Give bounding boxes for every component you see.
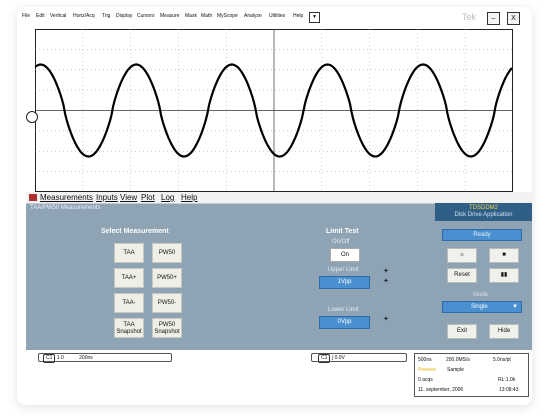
- app-menu-help[interactable]: Help: [181, 193, 197, 202]
- limit-test-onoff-button[interactable]: On: [330, 248, 360, 262]
- menu-mask[interactable]: Mask: [185, 13, 197, 19]
- oscilloscope-window: File Edit Vertical Horiz/Acq Trig Displa…: [17, 7, 532, 405]
- app-menu-measurements[interactable]: Measurements: [40, 193, 93, 202]
- pause-icon: ▮▮: [500, 272, 508, 278]
- trigger-readout[interactable]: C1 ∫ 0.0V: [311, 353, 407, 363]
- pw50-plus-button[interactable]: PW50+: [152, 268, 182, 288]
- menu-dropdown-button[interactable]: ▼: [309, 12, 320, 23]
- app-brand: TDSDDM2 Disk Drive Application: [435, 203, 532, 221]
- status-field: Ready: [442, 229, 522, 241]
- taa-minus-button[interactable]: TAA-: [114, 293, 144, 313]
- channel-scale-value: 1.0: [56, 355, 64, 361]
- run-icon: ☼: [459, 252, 465, 258]
- hide-button[interactable]: Hide: [489, 324, 519, 339]
- taa-plus-button[interactable]: TAA+: [114, 268, 144, 288]
- menu-math[interactable]: Math: [201, 13, 212, 19]
- pw50-snapshot-sublabel: Snapshot: [154, 329, 180, 335]
- acq-date: 11. september, 2006: [418, 387, 464, 393]
- brand-subtitle: Disk Drive Application: [454, 212, 513, 218]
- menu-display[interactable]: Display: [116, 13, 132, 19]
- menu-measure[interactable]: Measure: [160, 13, 179, 19]
- run-button[interactable]: ☼: [447, 248, 477, 263]
- trigger-channel-badge: C1: [318, 354, 331, 363]
- menu-edit[interactable]: Edit: [36, 13, 45, 19]
- pw50-minus-button[interactable]: PW50-: [152, 293, 182, 313]
- app-title: TAA/PW50 Measurements: [30, 205, 101, 211]
- upper-limit-field[interactable]: 1Vpp: [319, 276, 370, 289]
- exit-button[interactable]: Exit: [447, 324, 477, 339]
- trigger-slope-icon: ∫: [331, 355, 334, 361]
- menu-help[interactable]: Help: [293, 13, 303, 19]
- stop-icon: ■: [502, 252, 506, 258]
- mode-label: Mode: [473, 292, 489, 298]
- acq-time: 13:08:43: [499, 387, 519, 393]
- pause-button[interactable]: ▮▮: [489, 268, 519, 283]
- channel-scale-badge: C1: [43, 354, 56, 363]
- mode-select[interactable]: Single ▼: [442, 301, 522, 313]
- record-length: RL:1.0k: [498, 377, 516, 383]
- trigger-level-value: 0.0V: [334, 355, 345, 361]
- graticule: [34, 29, 513, 192]
- upper-limit-knob-icon[interactable]: ✦: [383, 268, 391, 276]
- pw50-button[interactable]: PW50: [152, 243, 182, 263]
- app-menu-log[interactable]: Log: [161, 193, 174, 202]
- acq-count: 0 acqs: [418, 377, 433, 383]
- close-button[interactable]: X: [507, 12, 520, 25]
- time-per-point: 5.0ns/pt: [493, 357, 511, 363]
- sample-rate: 200.0MS/s: [446, 357, 470, 363]
- lower-limit-label: Lower Limit: [328, 307, 359, 313]
- brand-model: TDSDDM2: [468, 205, 498, 211]
- menu-utilities[interactable]: Utilities: [269, 13, 285, 19]
- taa-snapshot-sublabel: Snapshot: [116, 329, 142, 335]
- channel-scale-readout[interactable]: C1 1.0 200ns: [38, 353, 172, 363]
- menu-vertical[interactable]: Vertical: [50, 13, 66, 19]
- stop-button[interactable]: ■: [489, 248, 519, 263]
- taa-snapshot-label: TAA: [123, 322, 135, 328]
- pw50-snapshot-label: PW50: [158, 322, 176, 328]
- timebase-value: 200ns: [79, 355, 93, 361]
- lower-limit-field[interactable]: 0Vpp: [319, 316, 370, 329]
- taa-button[interactable]: TAA: [114, 243, 144, 263]
- status-bar: C1 1.0 200ns C1 ∫ 0.0V 500ns 200.0MS/s 5…: [26, 350, 532, 402]
- mode-select-value: Single: [471, 304, 488, 310]
- channel-1-ground-marker[interactable]: [26, 111, 38, 123]
- select-measurement-title: Select Measurement: [101, 228, 169, 235]
- app-menu-view[interactable]: View: [120, 193, 137, 202]
- menu-horiz-acq[interactable]: Horiz/Acq: [73, 13, 95, 19]
- lower-limit-knob-icon[interactable]: ✦: [383, 316, 391, 324]
- waveform-display[interactable]: [34, 29, 513, 192]
- menu-trig[interactable]: Trig: [102, 13, 110, 19]
- upper-limit-label: Upper Limit: [328, 267, 359, 273]
- app-menu-plot[interactable]: Plot: [141, 193, 155, 202]
- onoff-label: On/Off: [332, 239, 350, 245]
- app-icon: [29, 194, 37, 201]
- reset-button[interactable]: Reset: [447, 268, 477, 283]
- menu-cursors[interactable]: Cursors: [137, 13, 155, 19]
- taa-snapshot-button[interactable]: TAA Snapshot: [114, 318, 144, 338]
- record-time: 500ns: [418, 357, 432, 363]
- acquisition-readout[interactable]: 500ns 200.0MS/s 5.0ns/pt Preview Sample …: [414, 353, 529, 397]
- menu-myscope[interactable]: MyScope: [217, 13, 238, 19]
- chevron-down-icon: ▼: [512, 304, 518, 310]
- minimize-button[interactable]: –: [487, 12, 500, 25]
- pw50-snapshot-button[interactable]: PW50 Snapshot: [152, 318, 182, 338]
- tek-logo: Tek: [462, 12, 477, 22]
- limit-test-title: Limit Test: [326, 228, 359, 235]
- app-menu-inputs[interactable]: Inputs: [96, 193, 118, 202]
- menu-analyze[interactable]: Analyze: [244, 13, 262, 19]
- scope-menubar: File Edit Vertical Horiz/Acq Trig Displa…: [17, 7, 532, 29]
- acq-state: Preview: [418, 367, 436, 373]
- ddm-application-panel: Measurements Inputs View Plot Log Help T…: [26, 192, 532, 350]
- acq-mode: Sample: [447, 367, 464, 373]
- upper-limit-knob-icon-2[interactable]: ✦: [383, 278, 391, 286]
- menu-file[interactable]: File: [22, 13, 30, 19]
